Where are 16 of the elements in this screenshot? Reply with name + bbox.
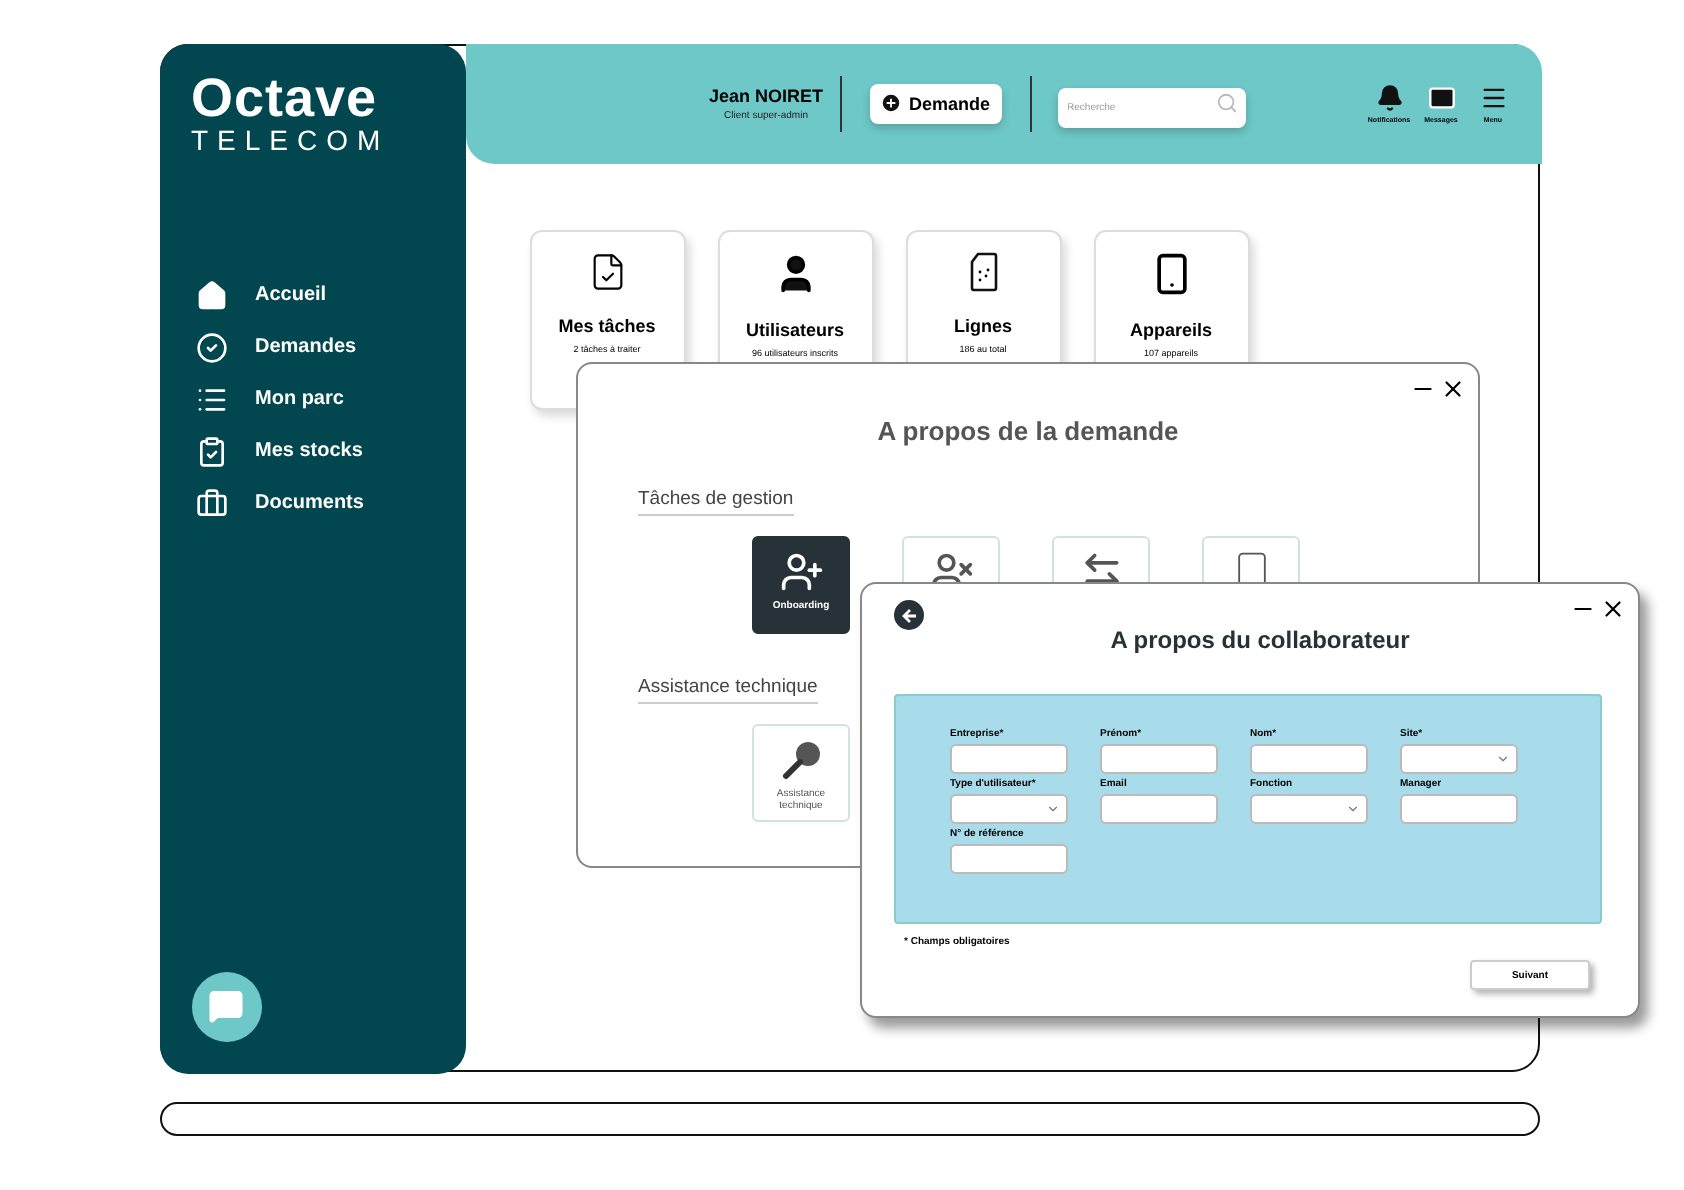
section-heading: Tâches de gestion [638, 488, 794, 516]
dialog-title: A propos du collaborateur [1108, 626, 1412, 654]
dialog-title: A propos de la demande [875, 416, 1181, 446]
new-request-button[interactable]: Demande [869, 83, 1002, 123]
nav-item[interactable]: Documents [191, 477, 465, 529]
card-title: Utilisateurs [745, 319, 845, 339]
section-heading: Assistance technique [638, 676, 818, 704]
card-title: Mes tâches [558, 315, 656, 335]
nav-item[interactable]: Mes stocks [191, 425, 465, 477]
nav-item[interactable]: Accueil [191, 269, 465, 321]
card-title: Appareils [1129, 319, 1212, 339]
nav-item[interactable]: Mon parc [191, 373, 465, 425]
logo: Octave TELECOM [191, 71, 392, 153]
card-title: Lignes [953, 315, 1012, 335]
user-name: Jean NOIRET [709, 85, 824, 105]
nav-item[interactable]: Demandes [191, 321, 465, 373]
